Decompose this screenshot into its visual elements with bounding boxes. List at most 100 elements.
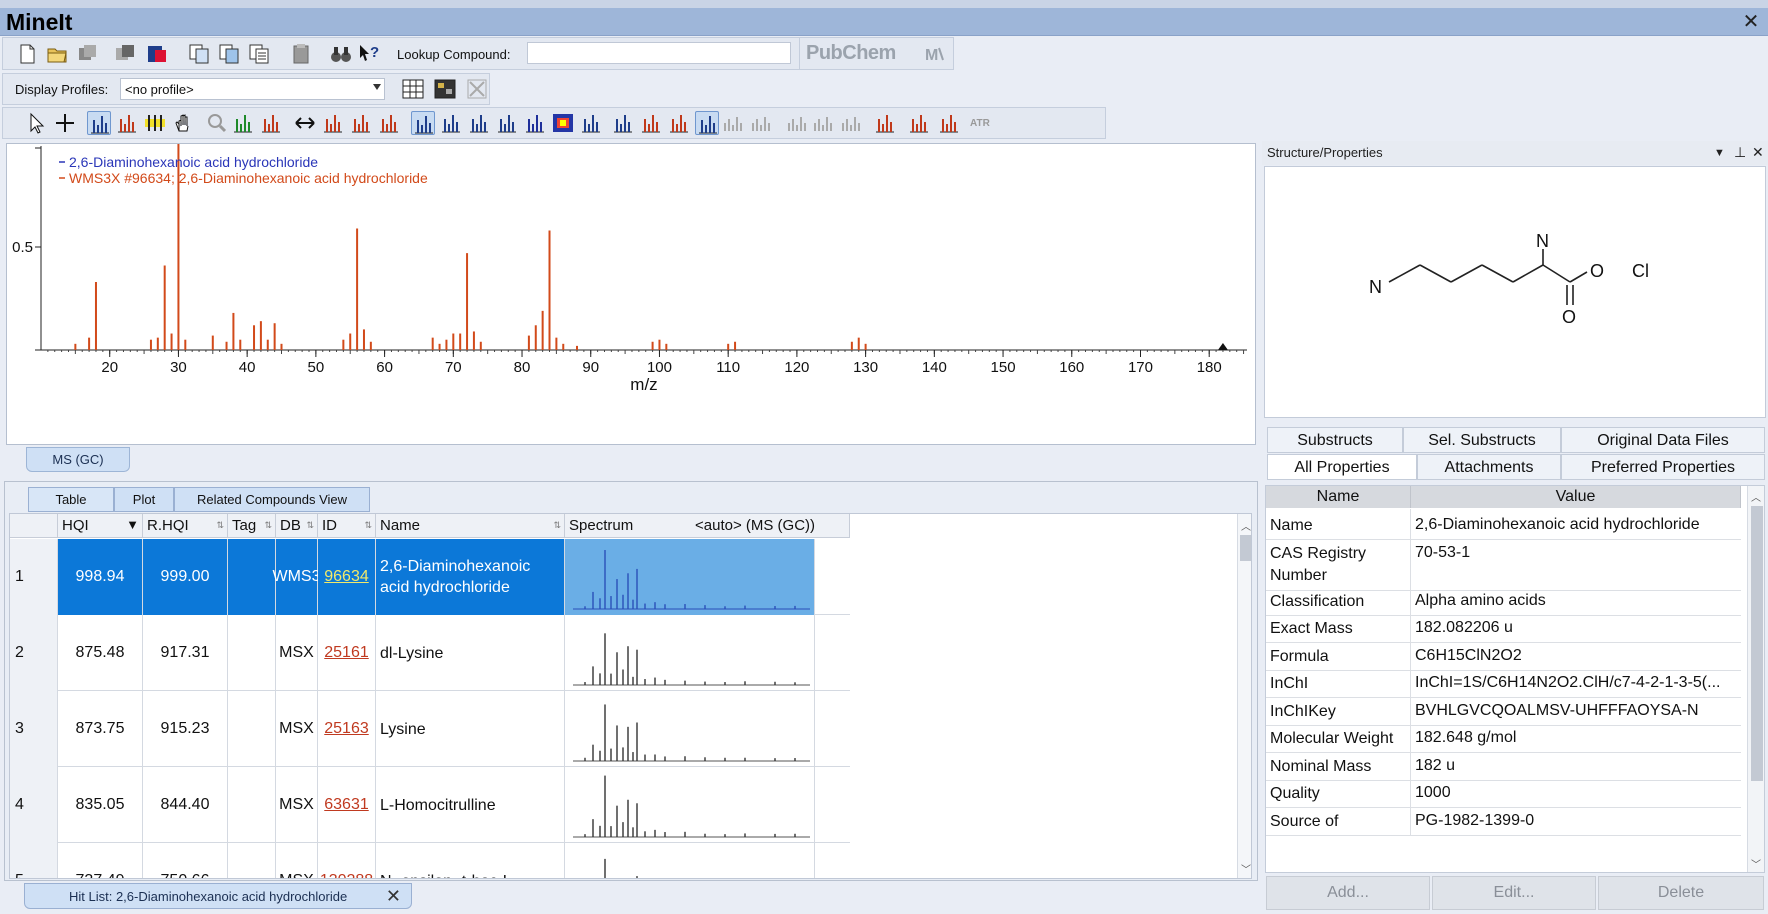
copy-table-icon[interactable] [247,42,271,66]
compound-id-link[interactable]: 96634 [324,568,369,586]
edit-profile-icon[interactable] [433,77,457,101]
copy-spectrum-icon[interactable] [113,42,137,66]
tab-substructs[interactable]: Substructs [1267,427,1403,453]
tab-original-data-files[interactable]: Original Data Files [1561,427,1765,453]
pan-hand-icon[interactable] [171,111,195,135]
bar-mode-icon[interactable] [87,111,111,135]
table-scrollbar[interactable]: ︿ ﹀ [1237,514,1251,878]
stack4-icon[interactable] [495,111,519,135]
label-peaks-icon[interactable] [143,111,167,135]
property-row[interactable]: InChI InChI=1S/C6H14N2O2.ClH/c7-4-2-1-3-5… [1266,667,1741,698]
tab-attachments[interactable]: Attachments [1417,454,1561,480]
column-header-id[interactable]: ID ⇅ [318,514,376,538]
tab-ms-gc[interactable]: MS (GC) [26,447,130,472]
edit-property-button[interactable]: Edit... [1432,876,1596,910]
compound-id-link[interactable]: 63631 [324,796,369,814]
scroll-down-icon[interactable]: ﹀ [1748,856,1764,871]
pointer-icon[interactable] [25,111,49,135]
pin-icon[interactable]: ⊥ [1734,144,1746,161]
lookup-compound-input[interactable] [527,42,791,64]
new-file-icon[interactable] [15,42,39,66]
ms-icon[interactable]: M [923,42,947,66]
pubchem-button[interactable]: PubChem [806,42,896,65]
tab-plot[interactable]: Plot [114,487,174,512]
paste-spectrum-icon[interactable] [145,42,169,66]
scroll-thumb[interactable] [1751,506,1763,781]
add-peak-icon[interactable] [721,111,745,135]
remove-peaks-icon[interactable] [611,111,635,135]
tab-hit-list[interactable]: Hit List: 2,6-Diaminohexanoic acid hydro… [24,883,412,909]
scroll-thumb[interactable] [1240,535,1251,561]
property-row[interactable]: Exact Mass 182.082206 u [1266,612,1741,643]
delete-profile-icon[interactable] [465,77,489,101]
atr-icon[interactable]: ATR [969,111,993,135]
table-cell-id[interactable]: 96634 [318,539,376,615]
column-header-rhqi[interactable]: R.HQI ⇅ [143,514,228,538]
compound-id-link[interactable]: 25163 [324,720,369,738]
delete-property-button[interactable]: Delete [1598,876,1764,910]
column-header-hqi[interactable]: HQI ▼ [58,514,143,538]
stack2-icon[interactable] [439,111,463,135]
table-cell-id[interactable]: 63631 [318,767,376,843]
mirror-icon[interactable] [695,111,719,135]
open-folder-icon[interactable] [45,42,69,66]
compound-id-link[interactable]: 130288 [320,872,373,878]
heatmap-icon[interactable] [551,111,575,135]
stack5-icon[interactable] [523,111,547,135]
table-cell-id[interactable]: 130288 [318,843,376,878]
column-header-db[interactable]: DB ⇅ [276,514,318,538]
compound-id-link[interactable]: 25161 [324,644,369,662]
grey2-icon[interactable] [785,111,809,135]
column-header-spectrum[interactable]: Spectrum <auto> (MS (GC)) [565,514,850,538]
column-header-name[interactable]: Name ⇅ [376,514,565,538]
tab-all-properties[interactable]: All Properties [1267,454,1417,480]
close-icon[interactable]: ✕ [1742,12,1760,32]
tab-preferred-properties[interactable]: Preferred Properties [1561,454,1765,480]
property-row[interactable]: Formula C6H15ClN2O2 [1266,639,1741,671]
column-header-tag[interactable]: Tag ⇅ [228,514,276,538]
help-cursor-icon[interactable]: ? [357,42,381,66]
subtract-icon[interactable] [639,111,663,135]
peak-red-icon[interactable] [321,111,345,135]
tab-sel-substructs[interactable]: Sel. Substructs [1403,427,1561,453]
stretch-icon[interactable] [293,111,317,135]
property-row[interactable]: InChIKey BVHLGVCQOALMSV-UHFFFAOYSA-N [1266,694,1741,726]
close-icon[interactable]: ✕ [386,884,401,909]
property-row[interactable]: Classification Alpha amino acids [1266,584,1741,616]
scroll-up-icon[interactable]: ︿ [1748,489,1764,504]
zoom-fit-icon[interactable] [231,111,255,135]
stack-icon[interactable] [411,111,435,135]
save-icon[interactable] [75,42,99,66]
copy-icon[interactable] [187,42,211,66]
overlay-icon[interactable] [349,111,373,135]
properties-scrollbar[interactable]: ︿ ﹀ [1747,486,1764,872]
display-profile-select[interactable]: <no profile> [120,78,385,100]
table-row[interactable]: 4 835.05 844.40 MSX 63631 L-Homocitrulline [10,767,850,843]
band-icon[interactable] [579,111,603,135]
difference-icon[interactable] [667,111,691,135]
scroll-up-icon[interactable]: ︿ [1238,518,1251,533]
stack3-icon[interactable] [467,111,491,135]
chart-icon[interactable] [873,111,897,135]
zoom-icon[interactable] [205,111,229,135]
bar-range-icon[interactable] [115,111,139,135]
table-cell-id[interactable]: 25161 [318,615,376,691]
property-row[interactable]: Quality 1000 [1266,777,1741,808]
table-cell-id[interactable]: 25163 [318,691,376,767]
table-row[interactable]: 3 873.75 915.23 MSX 25163 Lysine [10,691,850,767]
tab-table[interactable]: Table [28,487,114,512]
property-row[interactable]: Molecular Weight 182.648 g/mol [1266,722,1741,753]
clipboard-icon[interactable] [289,42,313,66]
table-row[interactable]: 2 875.48 917.31 MSX 25161 dl-Lysine [10,615,850,691]
property-row[interactable]: Source of PG-1982-1399-0 [1266,804,1741,836]
spectrum-plot-pane[interactable]: 20 30 40 50 60 70 80 90 100 110 120 130 140 150 160 170… [6,143,1256,445]
property-row[interactable]: CAS Registry Number 70-53-1 [1266,536,1741,591]
remove-spectrum-icon[interactable] [937,111,961,135]
scroll-down-icon[interactable]: ﹀ [1238,861,1251,876]
compare-icon[interactable] [377,111,401,135]
add-spectrum-icon[interactable] [907,111,931,135]
close-icon[interactable]: ✕ [1752,144,1764,161]
normalize-icon[interactable] [259,111,283,135]
copy-image-icon[interactable] [217,42,241,66]
table-row[interactable]: 1 998.94 999.00 WMS3 96634 2,6-Diaminohexanoi… [10,539,850,615]
